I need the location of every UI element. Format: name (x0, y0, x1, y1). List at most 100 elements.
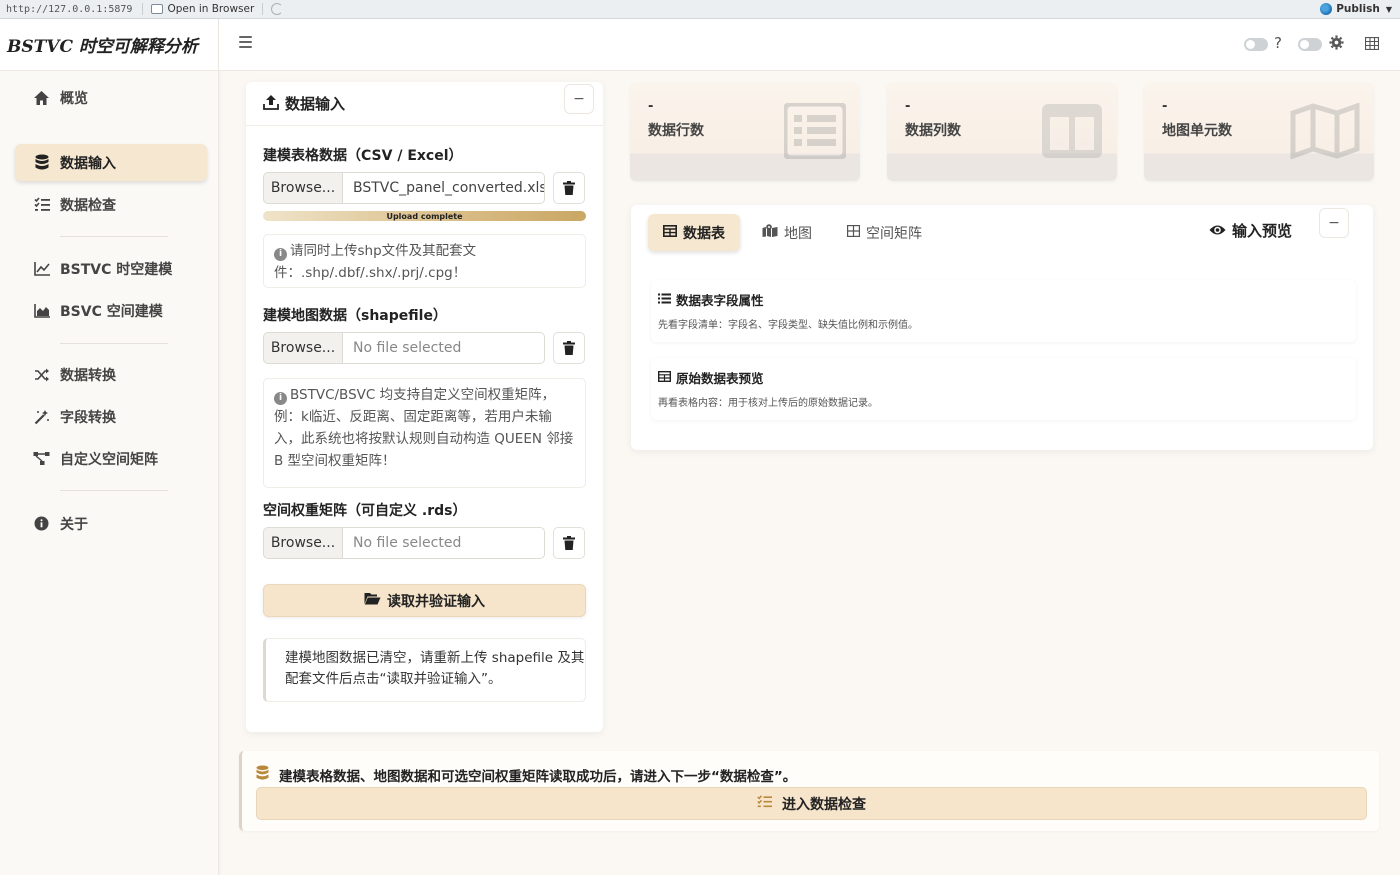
help-icon[interactable]: ? (1274, 34, 1282, 52)
field-properties-title: 数据表字段属性 (658, 290, 1356, 309)
info-icon: i (274, 247, 287, 261)
info-icon (33, 515, 50, 532)
collapse-button[interactable]: − (1319, 208, 1349, 238)
sidebar-item-field-transform[interactable]: 字段转换 (15, 398, 207, 435)
raw-table-preview-title: 原始数据表预览 (657, 368, 1356, 387)
trash-icon[interactable] (553, 332, 585, 364)
tab-spatial-matrix[interactable]: 空间矩阵 (832, 214, 937, 251)
section-description: 先看字段清单：字段名、字段类型、缺失值比例和示例值。 (658, 320, 918, 331)
table-data-label: 建模表格数据（CSV / Excel） (263, 148, 463, 164)
map-file-input: Browse... No file selected (263, 332, 586, 364)
shuffle-icon (33, 366, 50, 383)
input-preview-label: 输入预览 (1232, 222, 1293, 240)
toolbar-divider (262, 3, 264, 15)
status-message: 建模地图数据已清空，请重新上传 shapefile 及其配套文件后点击“读取并验… (263, 638, 586, 702)
gear-icon[interactable] (1329, 35, 1344, 54)
sidebar-item-bstvc-modeling[interactable]: BSTVC 时空建模 (15, 250, 207, 287)
tab-label: 空间矩阵 (866, 225, 922, 242)
tab-map[interactable]: 地图 (747, 214, 827, 251)
table-icon (657, 370, 672, 385)
sidebar-item-custom-matrix[interactable]: 自定义空间矩阵 (15, 440, 207, 477)
map-icon (1290, 102, 1360, 163)
line-chart-icon (33, 260, 50, 277)
input-preview-card: 数据表 地图 空间矩阵 输入预览 − 数据表字段属性 先看字段清单：字段名、字段… (631, 205, 1373, 450)
next-step-message: 建模表格数据、地图数据和可选空间权重矩阵读取成功后，请进入下一步“数据检查”。 (256, 765, 796, 785)
database-icon (33, 154, 50, 171)
collapse-button[interactable]: − (564, 84, 594, 114)
stat-card-map-units: - 地图单元数 (1144, 83, 1374, 181)
matrix-note: i BSTVC/BSVC 均支持自定义空间权重矩阵，例：k临近、反距离、固定距离等… (263, 378, 586, 488)
map-data-label: 建模地图数据（shapefile） (263, 308, 447, 324)
menu-toggle-icon[interactable] (239, 36, 252, 48)
tab-label: 地图 (784, 225, 812, 242)
publish-label: Publish (1336, 3, 1380, 15)
eye-icon (1209, 222, 1226, 240)
settings-toggle[interactable] (1298, 38, 1322, 51)
sidebar-item-data-input[interactable]: 数据输入 (15, 144, 207, 181)
stat-value: - (905, 99, 911, 114)
info-icon: i (274, 391, 287, 405)
sidebar-item-label: 数据检查 (60, 197, 116, 214)
stat-label: 地图单元数 (1162, 123, 1232, 139)
stat-card-rows: - 数据行数 (630, 83, 860, 181)
list-icon (782, 101, 848, 163)
go-data-check-label: 进入数据检查 (782, 796, 866, 813)
table-icon (663, 224, 677, 241)
open-in-browser-button[interactable]: Open in Browser (147, 3, 258, 15)
home-icon (33, 89, 50, 106)
data-input-header: 数据输入 (246, 82, 603, 126)
shapefile-note: i 请同时上传shp文件及其配套文件：.shp/.dbf/.shx/.prj/.c… (263, 234, 586, 288)
checklist-icon (757, 795, 772, 812)
browse-button[interactable]: Browse... (263, 172, 343, 204)
data-input-card: 数据输入 − 建模表格数据（CSV / Excel） Browse... BST… (246, 82, 603, 732)
table-file-input: Browse... BSTVC_panel_converted.xlsx (263, 172, 586, 204)
checklist-icon (33, 196, 50, 213)
next-step-text: 建模表格数据、地图数据和可选空间权重矩阵读取成功后，请进入下一步“数据检查”。 (279, 769, 797, 785)
stat-value: - (648, 99, 654, 114)
sidebar-item-bsvc-modeling[interactable]: BSVC 空间建模 (15, 292, 207, 329)
folder-open-icon (364, 592, 381, 609)
selected-file-name: BSTVC_panel_converted.xlsx (343, 172, 545, 204)
stat-label: 数据行数 (648, 123, 704, 139)
chevron-down-icon: ▼ (1385, 4, 1392, 14)
list-icon (658, 292, 671, 307)
nav-divider (60, 490, 168, 491)
matrix-data-label: 空间权重矩阵（可自定义 .rds） (263, 503, 467, 519)
read-validate-label: 读取并验证输入 (387, 593, 485, 610)
tab-label: 数据表 (683, 225, 725, 242)
refresh-icon[interactable] (271, 3, 284, 15)
theme-toggle[interactable] (1244, 38, 1268, 51)
sidebar-item-data-transform[interactable]: 数据转换 (15, 356, 207, 393)
tab-data-table[interactable]: 数据表 (648, 214, 740, 251)
sidebar-item-overview[interactable]: 概览 (15, 79, 207, 116)
selected-file-name: No file selected (343, 527, 545, 559)
columns-icon (1041, 103, 1103, 163)
publish-button[interactable]: Publish ▼ (1320, 3, 1400, 15)
sidebar-item-data-check[interactable]: 数据检查 (15, 186, 207, 223)
data-input-title: 数据输入 (285, 95, 346, 113)
stat-label: 数据列数 (905, 123, 961, 139)
area-chart-icon (33, 302, 50, 319)
browse-button[interactable]: Browse... (263, 332, 343, 364)
grid-icon (847, 224, 861, 241)
shapefile-note-text: 请同时上传shp文件及其配套文件：.shp/.dbf/.shx/.prj/.cp… (274, 243, 477, 281)
browser-toolbar: http://127.0.0.1:5879 Open in Browser Pu… (0, 0, 1400, 19)
trash-icon[interactable] (553, 172, 585, 204)
browse-button[interactable]: Browse... (263, 527, 343, 559)
stat-card-columns: - 数据列数 (887, 83, 1117, 181)
upload-icon (263, 94, 279, 114)
upload-progress-bar: Upload complete (263, 211, 586, 221)
sidebar-item-label: 概览 (60, 90, 88, 107)
sidebar-item-about[interactable]: 关于 (15, 505, 207, 542)
url-display[interactable]: http://127.0.0.1:5879 (0, 4, 138, 15)
trash-icon[interactable] (553, 527, 585, 559)
next-step-banner: 建模表格数据、地图数据和可选空间权重矩阵读取成功后，请进入下一步“数据检查”。 … (239, 751, 1379, 831)
read-validate-button[interactable]: 读取并验证输入 (263, 584, 586, 617)
grid-menu-icon[interactable] (1364, 36, 1380, 54)
field-properties-section[interactable]: 数据表字段属性 先看字段清单：字段名、字段类型、缺失值比例和示例值。 (651, 280, 1356, 342)
go-data-check-button[interactable]: 进入数据检查 (256, 787, 1367, 820)
selected-file-name: No file selected (343, 332, 545, 364)
sidebar-item-label: BSTVC 时空建模 (60, 261, 173, 278)
publish-icon (1320, 3, 1333, 15)
raw-table-preview-section[interactable]: 原始数据表预览 再看表格内容：用于核对上传后的原始数据记录。 (651, 358, 1356, 420)
